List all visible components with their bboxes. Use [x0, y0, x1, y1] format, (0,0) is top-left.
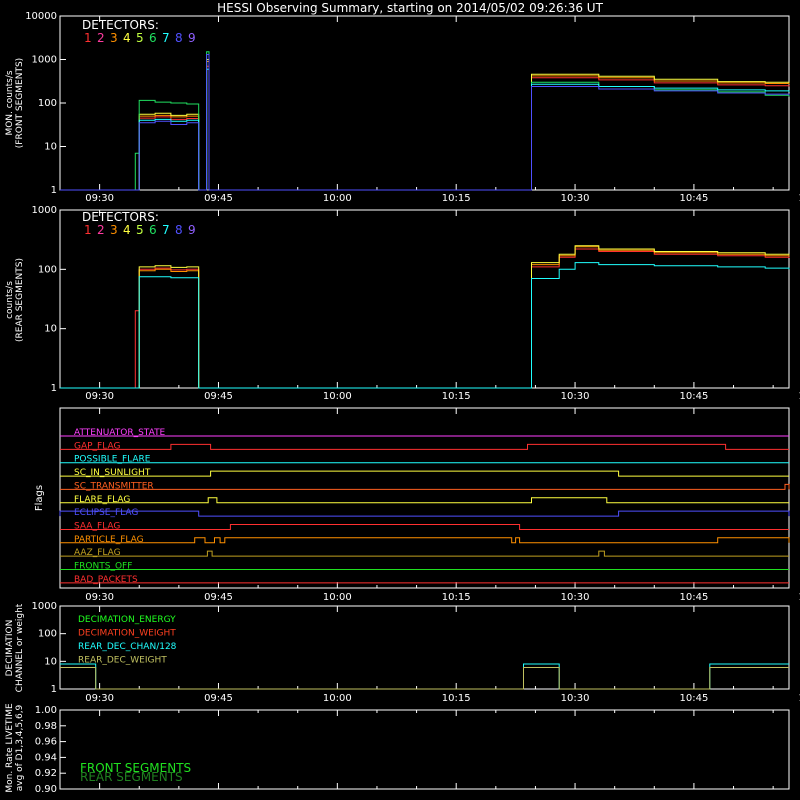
decimation-legend-label: REAR_DEC_CHAN/128	[78, 642, 177, 652]
flags-xtick-label: 10:45	[679, 592, 708, 603]
flags-xtick-label: 10:00	[323, 592, 352, 603]
decimation-xtick-label: 09:45	[204, 693, 233, 704]
rear-ytick-label: 1000	[32, 205, 57, 216]
decimation-ytick-label: 1	[51, 684, 57, 695]
flag-label: SC_IN_SUNLIGHT	[74, 468, 151, 478]
front-detector-number: 4	[123, 31, 131, 45]
livetime-ylabel-line: avg of D1,3,4,5,6,9	[15, 704, 25, 791]
front-xtick-label: 10:15	[442, 193, 471, 204]
front-xtick-label: 10:30	[561, 193, 590, 204]
front-detector-number: 1	[84, 31, 92, 45]
decimation-legend-label: REAR_DEC_WEIGHT	[78, 656, 167, 666]
decimation-legend-label: DECIMATION_WEIGHT	[78, 629, 176, 639]
rear-ytick-label: 1	[51, 383, 57, 394]
rear-xtick-label: 10:00	[323, 391, 352, 402]
rear-detector-number: 8	[175, 223, 183, 237]
rear-detector-number: 3	[110, 223, 118, 237]
front-xtick-label: 10:00	[323, 193, 352, 204]
rear-xtick-label: 10:45	[679, 391, 708, 402]
livetime-ytick-label: 1.00	[35, 705, 57, 716]
front-detector-number: 7	[162, 31, 170, 45]
decimation-xtick-label: 09:30	[85, 693, 114, 704]
rear-ylabel-line: (REAR SEGMENTS)	[15, 258, 25, 342]
decimation-xtick-label: 10:45	[679, 693, 708, 704]
rear-detector-number: 9	[188, 223, 196, 237]
livetime-ytick-label: 0.98	[35, 721, 57, 732]
front-ytick-label: 1000	[32, 55, 57, 66]
front-ytick-label: 100	[38, 98, 57, 109]
livetime-legend-label: REAR SEGMENTS	[80, 770, 183, 784]
front-ylabel-line: (FRONT SEGMENTS)	[15, 58, 25, 148]
rear-ytick-label: 100	[38, 264, 57, 275]
flag-label: SAA_FLAG	[74, 521, 120, 531]
flag-label: ATTENUATOR_STATE	[74, 428, 166, 438]
rear-detector-number: 7	[162, 223, 170, 237]
rear-ylabel-line: counts/s	[5, 281, 15, 319]
rear-xtick-label: 10:15	[442, 391, 471, 402]
front-ytick-label: 1	[51, 185, 57, 196]
rear-ytick-label: 10	[44, 324, 57, 335]
decimation-ytick-label: 100	[38, 629, 57, 640]
front-xtick-label: 09:30	[85, 193, 114, 204]
flag-label: SC_TRANSMITTER	[74, 481, 154, 491]
front-xtick-label: 09:45	[204, 193, 233, 204]
flags-xtick-label: 09:45	[204, 592, 233, 603]
front-ylabel-line: MON. counts/s	[5, 70, 15, 135]
livetime-ytick-label: 0.92	[35, 768, 57, 779]
front-ytick-label: 10	[44, 142, 57, 153]
rear-detector-number: 5	[136, 223, 144, 237]
front-xtick-label: 10:45	[679, 193, 708, 204]
livetime-ytick-label: 0.90	[35, 784, 57, 795]
flag-label: FRONTS_OFF	[74, 562, 132, 572]
front-detectors-label: DETECTORS:	[82, 18, 159, 32]
flags-xtick-label: 09:30	[85, 592, 114, 603]
rear-detector-number: 6	[149, 223, 157, 237]
decimation-ytick-label: 10	[44, 656, 57, 667]
decimation-ylabel-line: CHANNEL or weight	[15, 603, 25, 692]
livetime-ylabel-line: Mon. Rate LIVETIME	[5, 703, 15, 793]
front-detector-number: 5	[136, 31, 144, 45]
rear-xtick-label: 09:30	[85, 391, 114, 402]
decimation-xtick-label: 10:00	[323, 693, 352, 704]
flag-label: POSSIBLE_FLARE	[74, 455, 151, 465]
livetime-ytick-label: 0.94	[35, 752, 57, 763]
decimation-xtick-label: 10:15	[442, 693, 471, 704]
decimation-ylabel-line: DECIMATION	[5, 620, 15, 677]
rear-detector-number: 4	[123, 223, 131, 237]
flags-xtick-label: 10:15	[442, 592, 471, 603]
front-detector-number: 2	[97, 31, 105, 45]
decimation-ytick-label: 1000	[32, 601, 57, 612]
rear-xtick-label: 09:45	[204, 391, 233, 402]
flags-ylabel: Flags	[34, 485, 45, 511]
flag-label: BAD_PACKETS	[74, 575, 138, 585]
flags-xtick-label: 10:30	[561, 592, 590, 603]
flag-label: PARTICLE_FLAG	[74, 535, 144, 545]
rear-detectors-label: DETECTORS:	[82, 210, 159, 224]
front-detector-number: 6	[149, 31, 157, 45]
decimation-xtick-label: 10:30	[561, 693, 590, 704]
decimation-legend-label: DECIMATION_ENERGY	[78, 615, 176, 625]
front-ytick-label: 10000	[25, 11, 57, 22]
flag-label: FLARE_FLAG	[74, 495, 130, 505]
front-detector-number: 3	[110, 31, 118, 45]
flag-label: ECLIPSE_FLAG	[74, 508, 138, 518]
rear-detector-number: 1	[84, 223, 92, 237]
livetime-ytick-label: 0.96	[35, 737, 57, 748]
flag-label: AAZ_FLAG	[74, 548, 121, 558]
rear-xtick-label: 10:30	[561, 391, 590, 402]
flag-label: GAP_FLAG	[74, 441, 120, 451]
rear-detector-number: 2	[97, 223, 105, 237]
hessi-observing-summary-chart: HESSI Observing Summary, starting on 201…	[0, 0, 800, 800]
chart-title: HESSI Observing Summary, starting on 201…	[217, 1, 603, 15]
front-detector-number: 9	[188, 31, 196, 45]
front-detector-number: 8	[175, 31, 183, 45]
